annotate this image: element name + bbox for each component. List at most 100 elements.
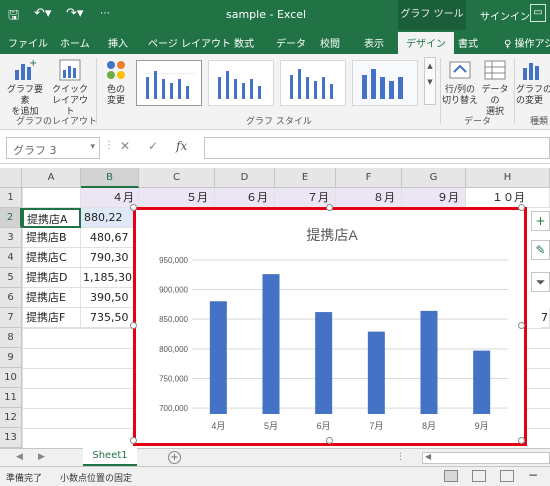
enter-check-icon[interactable]: ✓: [148, 139, 158, 153]
column-header-b[interactable]: B: [81, 168, 139, 188]
row-header-4[interactable]: 4: [0, 248, 22, 268]
cell-b3[interactable]: 480,67: [81, 228, 139, 248]
column-header-c[interactable]: C: [139, 168, 215, 188]
bar-5月[interactable]: [262, 274, 280, 414]
row-header-7[interactable]: 7: [0, 308, 22, 328]
row-header-1[interactable]: 1: [0, 188, 22, 208]
scroll-left-icon[interactable]: ◀: [425, 452, 431, 461]
column-header-g[interactable]: G: [402, 168, 466, 188]
chart-filters-funnel-button[interactable]: ⏷: [531, 272, 550, 292]
bar-7月[interactable]: [367, 331, 385, 414]
column-header-a[interactable]: A: [22, 168, 81, 188]
redo-icon[interactable]: ↷▾: [66, 6, 83, 21]
embedded-chart[interactable]: 提携店A 700,000 750,000 800,000 850,000 900,000…: [133, 207, 527, 446]
row-header-13[interactable]: 13: [0, 428, 22, 448]
tab-data[interactable]: データ: [276, 35, 306, 50]
change-chart-type-button[interactable]: グラフの の変更: [516, 58, 550, 107]
name-box[interactable]: グラフ 3 ▾: [6, 137, 100, 159]
add-sheet-button[interactable]: +: [168, 451, 181, 464]
resize-handle-r[interactable]: [518, 322, 525, 329]
bar-6月[interactable]: [315, 312, 333, 414]
formula-input[interactable]: [204, 137, 550, 159]
cell-a5[interactable]: 提携店D: [22, 268, 81, 288]
tab-formulas[interactable]: 数式: [234, 35, 254, 50]
ribbon-display-options-icon[interactable]: ▭: [530, 4, 546, 22]
cell-a4[interactable]: 提携店C: [22, 248, 81, 268]
tab-review[interactable]: 校閲: [320, 35, 340, 50]
tab-split-grip-icon[interactable]: ⋮: [396, 452, 405, 462]
cell-h1[interactable]: １０月: [466, 188, 550, 208]
prev-sheet-icon[interactable]: ◀: [16, 452, 23, 462]
tab-insert[interactable]: 挿入: [108, 35, 128, 50]
row-header-10[interactable]: 10: [0, 368, 22, 388]
cell-a1[interactable]: [22, 188, 81, 208]
resize-handle-bl[interactable]: [130, 437, 137, 444]
cell-c1[interactable]: ５月: [139, 188, 215, 208]
page-layout-view-icon[interactable]: [472, 470, 486, 482]
cell-h7-partial[interactable]: 7: [541, 308, 550, 328]
cell-b5[interactable]: 1,185,30: [81, 268, 139, 288]
row-header-2[interactable]: 2: [0, 208, 22, 228]
column-header-f[interactable]: F: [336, 168, 402, 188]
chart-elements-plus-button[interactable]: +: [531, 211, 550, 231]
switch-row-column-button[interactable]: 行/列の 切り替え: [442, 58, 478, 107]
row-header-8[interactable]: 8: [0, 328, 22, 348]
resize-handle-br[interactable]: [518, 437, 525, 444]
quick-layout-button[interactable]: クイック レイアウト: [48, 58, 92, 118]
cell-a7[interactable]: 提携店F: [22, 308, 81, 328]
cell-b6[interactable]: 390,50: [81, 288, 139, 308]
tab-home[interactable]: ホーム: [60, 35, 90, 50]
row-header-5[interactable]: 5: [0, 268, 22, 288]
cell-a2[interactable]: 提携店A: [22, 208, 81, 228]
zoom-out-icon[interactable]: −: [528, 468, 538, 482]
save-icon[interactable]: 🖫: [8, 6, 19, 28]
tab-design[interactable]: デザイン: [398, 32, 454, 54]
bar-9月[interactable]: [473, 350, 491, 414]
customize-qat-icon[interactable]: ⋯: [100, 8, 110, 19]
row-header-12[interactable]: 12: [0, 408, 22, 428]
resize-handle-b[interactable]: [326, 437, 333, 444]
resize-handle-t[interactable]: [326, 204, 333, 211]
chevron-down-icon[interactable]: ▾: [90, 142, 95, 152]
signin-link[interactable]: サインイン: [480, 8, 530, 23]
select-data-button[interactable]: データの 選択: [478, 58, 512, 118]
horizontal-scrollbar[interactable]: ◀: [422, 452, 550, 464]
chart-style-1[interactable]: [136, 60, 202, 106]
row-header-9[interactable]: 9: [0, 348, 22, 368]
chart-style-3[interactable]: [280, 60, 346, 106]
row-header-3[interactable]: 3: [0, 228, 22, 248]
column-header-d[interactable]: D: [215, 168, 275, 188]
cell-g1[interactable]: ９月: [402, 188, 466, 208]
gallery-scroll[interactable]: ▲ ▼: [424, 57, 436, 105]
insert-function-button[interactable]: fx: [176, 139, 187, 153]
cell-a6[interactable]: 提携店E: [22, 288, 81, 308]
cell-b2[interactable]: 880,22: [81, 208, 139, 228]
chart-title[interactable]: 提携店A: [306, 227, 358, 243]
sheet-tab-sheet1[interactable]: Sheet1: [83, 448, 137, 466]
tab-view[interactable]: 表示: [364, 35, 384, 50]
cancel-icon[interactable]: ✕: [120, 139, 130, 153]
bar-8月[interactable]: [420, 310, 438, 414]
normal-view-icon[interactable]: [444, 470, 458, 482]
tell-me-search[interactable]: ♀ 操作アシ: [504, 35, 550, 50]
cell-f1[interactable]: ８月: [336, 188, 402, 208]
cell-b4[interactable]: 790,30: [81, 248, 139, 268]
resize-handle-l[interactable]: [130, 322, 137, 329]
change-colors-button[interactable]: 色の 変更: [100, 58, 132, 107]
row-header-11[interactable]: 11: [0, 388, 22, 408]
resize-handle-tl[interactable]: [130, 204, 137, 211]
column-header-e[interactable]: E: [275, 168, 336, 188]
cell-a3[interactable]: 提携店B: [22, 228, 81, 248]
select-all-corner[interactable]: [0, 168, 22, 188]
cell-d1[interactable]: ６月: [215, 188, 275, 208]
resize-handle-tr[interactable]: [518, 204, 525, 211]
tab-page-layout[interactable]: ページ レイアウト: [148, 35, 231, 50]
tab-format[interactable]: 書式: [458, 35, 478, 50]
bar-4月[interactable]: [209, 301, 227, 414]
chart-styles-brush-button[interactable]: ✎: [531, 240, 550, 260]
tab-file[interactable]: ファイル: [8, 35, 48, 50]
next-sheet-icon[interactable]: ▶: [38, 452, 45, 462]
add-chart-element-button[interactable]: + グラフ要素 を追加: [4, 58, 46, 118]
undo-icon[interactable]: ↶▾: [34, 6, 51, 21]
column-header-h[interactable]: H: [466, 168, 550, 188]
